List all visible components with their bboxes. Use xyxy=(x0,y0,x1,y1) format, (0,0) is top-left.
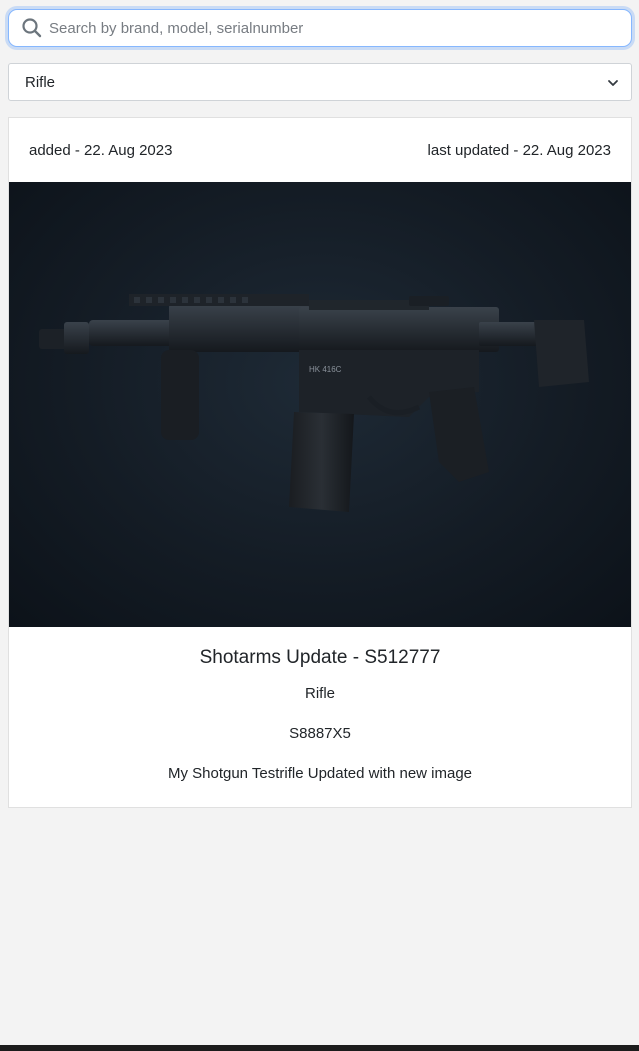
updated-date: last updated - 22. Aug 2023 xyxy=(427,141,611,159)
search-input[interactable] xyxy=(49,11,631,45)
svg-text:HK 416C: HK 416C xyxy=(309,365,342,374)
card-title: Shotarms Update - S512777 xyxy=(199,647,441,668)
card-serial: S8887X5 xyxy=(289,725,351,742)
category-select[interactable]: Rifle xyxy=(8,63,632,101)
card-type: Rifle xyxy=(304,685,335,702)
chevron-down-icon xyxy=(607,76,619,88)
category-select-value: Rifle xyxy=(25,73,56,91)
card-meta: added - 22. Aug 2023 last updated - 22. … xyxy=(9,118,631,182)
page: Rifle added - 22. Aug 2023 last updated … xyxy=(0,0,639,1051)
item-image: HK 416C xyxy=(9,182,631,627)
search-bar[interactable] xyxy=(8,9,632,47)
added-date: added - 22. Aug 2023 xyxy=(29,141,173,159)
rifle-image: HK 416C xyxy=(39,294,589,512)
bottom-bar xyxy=(0,1045,639,1051)
card-description: My Shotgun Testrifle Updated with new im… xyxy=(167,765,473,782)
search-icon xyxy=(9,10,49,46)
item-card[interactable]: added - 22. Aug 2023 last updated - 22. … xyxy=(8,117,632,808)
